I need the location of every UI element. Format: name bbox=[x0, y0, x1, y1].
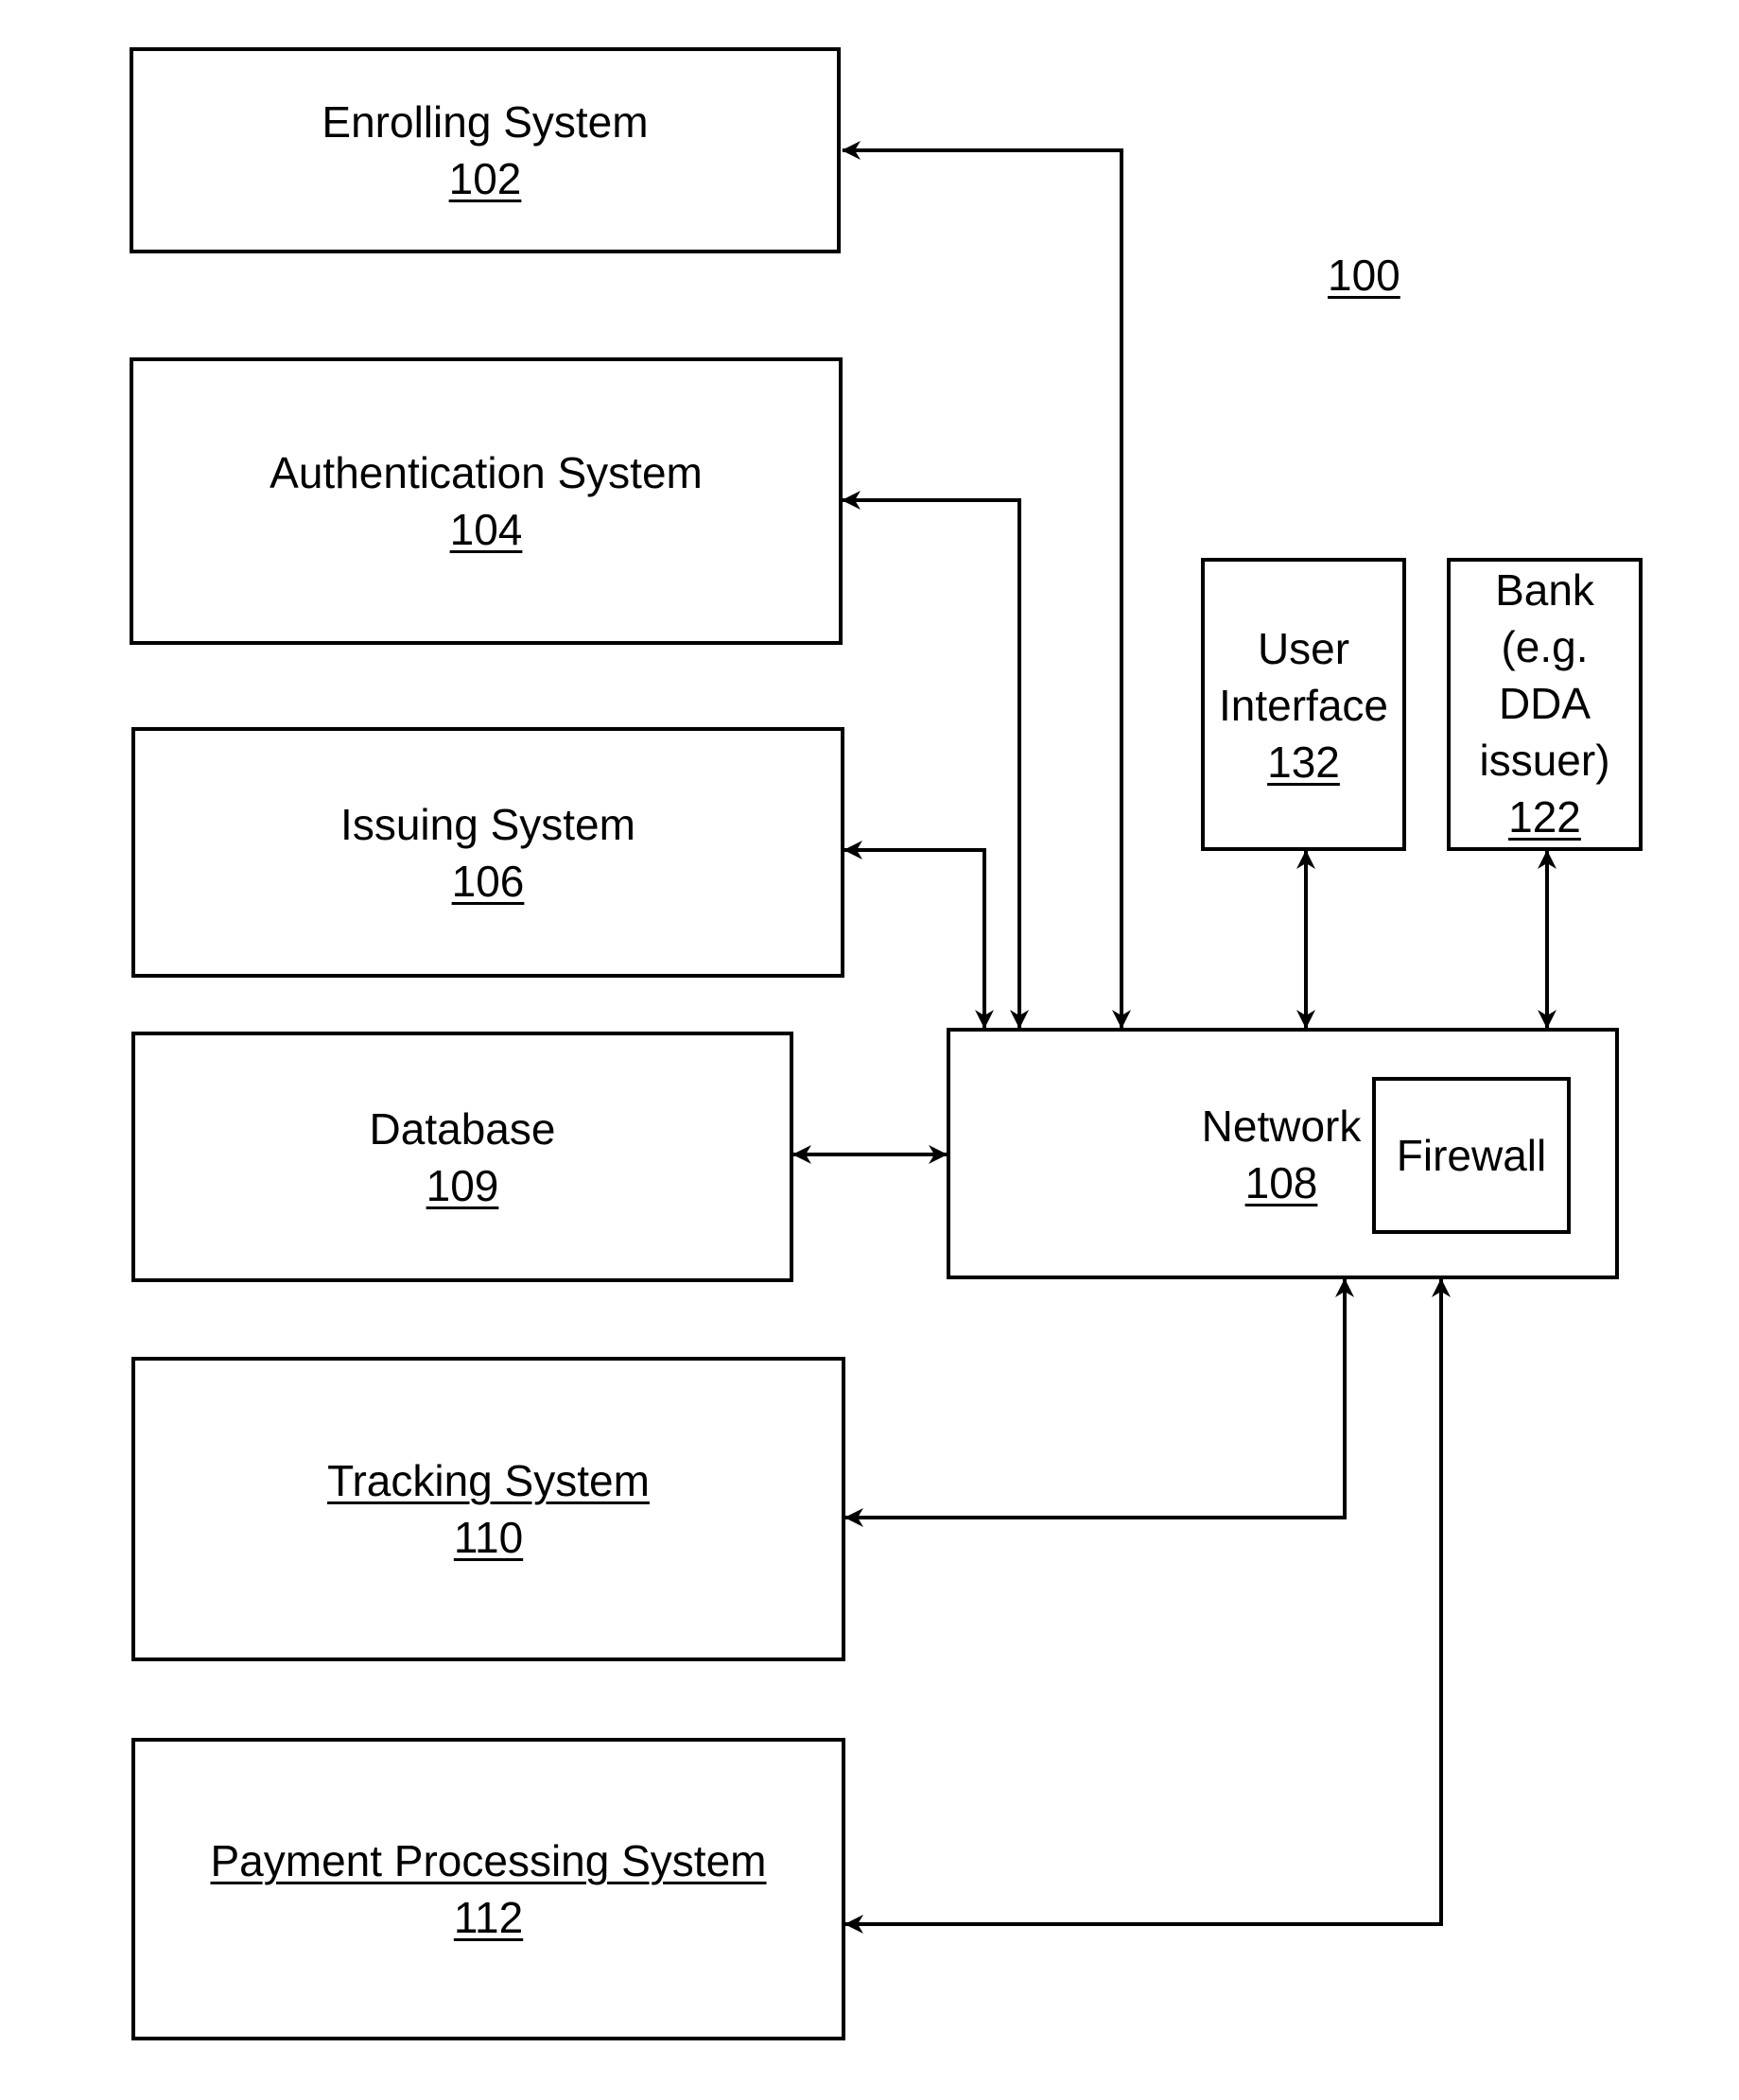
bank-line3: DDA bbox=[1498, 679, 1591, 728]
bank-line4: issuer) bbox=[1479, 736, 1610, 785]
enrolling-system-title: Enrolling System bbox=[322, 97, 649, 147]
issuing-system-title: Issuing System bbox=[340, 799, 635, 849]
issuing-system-number: 106 bbox=[451, 856, 525, 906]
network-number: 108 bbox=[1244, 1158, 1318, 1207]
issuing-system-box[interactable]: Issuing System 106 bbox=[131, 727, 844, 978]
bank-line1: Bank bbox=[1495, 565, 1594, 615]
database-title: Database bbox=[369, 1103, 556, 1154]
issuing-connector bbox=[843, 841, 994, 1029]
authentication-system-box[interactable]: Authentication System 104 bbox=[130, 357, 843, 645]
payment-connector bbox=[844, 1278, 1451, 1934]
firewall-title: Firewall bbox=[1396, 1131, 1547, 1180]
tracking-system-title: Tracking System bbox=[327, 1456, 650, 1505]
authentication-connector bbox=[842, 491, 1029, 1029]
network-label: Network 108 bbox=[1187, 1098, 1376, 1211]
enrolling-connector bbox=[842, 141, 1131, 1029]
payment-processing-system-box[interactable]: Payment Processing System 112 bbox=[131, 1738, 845, 2040]
user-interface-number: 132 bbox=[1267, 738, 1340, 787]
authentication-system-title: Authentication System bbox=[270, 448, 703, 497]
database-box[interactable]: Database 109 bbox=[131, 1032, 793, 1282]
user-interface-box[interactable]: User Interface 132 bbox=[1201, 558, 1406, 851]
bank-number: 122 bbox=[1508, 792, 1581, 842]
payment-processing-system-number: 112 bbox=[453, 1893, 524, 1942]
tracking-connector bbox=[844, 1278, 1354, 1527]
firewall-box[interactable]: Firewall bbox=[1372, 1077, 1571, 1234]
user-interface-line2: Interface bbox=[1219, 681, 1388, 730]
network-title: Network bbox=[1201, 1102, 1362, 1151]
tracking-system-number: 110 bbox=[453, 1513, 524, 1562]
bank-line2: (e.g. bbox=[1501, 622, 1589, 671]
user-interface-line1: User bbox=[1257, 624, 1350, 673]
figure-number: 100 bbox=[1328, 251, 1400, 300]
payment-processing-system-title: Payment Processing System bbox=[210, 1836, 767, 1885]
enrolling-system-box[interactable]: Enrolling System 102 bbox=[130, 47, 841, 253]
network-box[interactable]: Network 108 Firewall bbox=[947, 1028, 1619, 1279]
database-number: 109 bbox=[426, 1160, 499, 1210]
bank-box[interactable]: Bank (e.g. DDA issuer) 122 bbox=[1447, 558, 1643, 851]
authentication-system-number: 104 bbox=[449, 505, 523, 554]
tracking-system-box[interactable]: Tracking System 110 bbox=[131, 1357, 845, 1661]
enrolling-system-number: 102 bbox=[448, 154, 522, 203]
